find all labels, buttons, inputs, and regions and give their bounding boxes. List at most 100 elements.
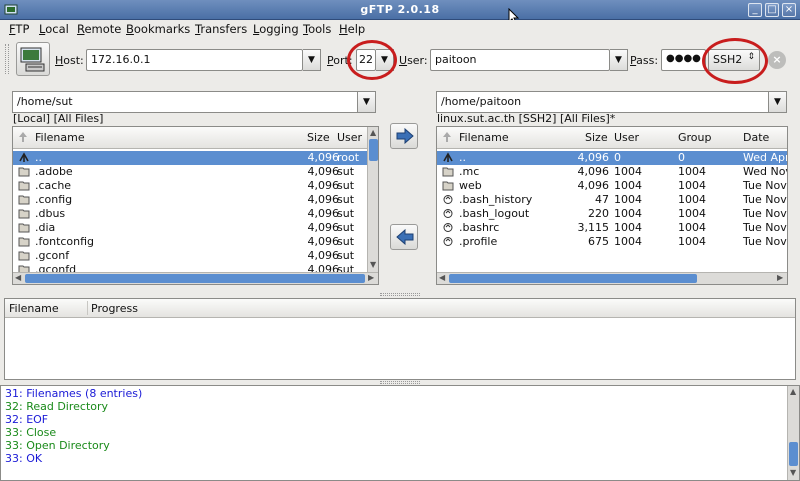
column-user[interactable]: User — [614, 131, 639, 144]
cell-name: .dbus — [35, 207, 66, 220]
menu-local[interactable]: Local — [39, 22, 69, 36]
folder-icon — [18, 223, 30, 233]
connect-button[interactable] — [16, 42, 50, 76]
menu-remote[interactable]: Remote — [77, 22, 121, 36]
menu-logging[interactable]: Logging — [253, 22, 299, 36]
column-size[interactable]: Size — [585, 131, 608, 144]
scroll-right-arrow-icon[interactable]: ▶ — [368, 273, 374, 282]
password-field[interactable]: ●●●● — [661, 49, 706, 71]
scroll-up-arrow-icon[interactable]: ▲ — [790, 387, 796, 396]
scroll-up-arrow-icon[interactable]: ▲ — [370, 128, 376, 137]
remote-path-dropdown[interactable]: ▼ — [769, 91, 787, 113]
scroll-right-arrow-icon[interactable]: ▶ — [777, 273, 783, 282]
cell-user: sut — [337, 249, 355, 262]
remote-file-row[interactable]: .bashrc 3,115 1004 1004 Tue Nov — [437, 221, 787, 235]
cell-date: Tue Nov — [743, 193, 787, 206]
folder-icon — [18, 181, 30, 191]
remote-horizontal-scrollbar[interactable]: ◀ ▶ — [437, 272, 787, 284]
file-icon — [443, 237, 453, 246]
port-dropdown[interactable]: ▼ — [376, 49, 394, 71]
host-field[interactable]: 172.16.0.1 — [86, 49, 303, 71]
queue-column-progress[interactable]: Progress — [91, 302, 138, 315]
cell-size: 4,096 — [307, 249, 340, 262]
user-field[interactable]: paitoon — [430, 49, 610, 71]
remote-hscroll-thumb[interactable] — [449, 274, 697, 283]
folder-icon — [18, 251, 30, 261]
cell-name: .fontconfig — [35, 235, 95, 248]
remote-file-row[interactable]: .. 4,096 0 0 Wed Apr — [437, 151, 787, 165]
local-file-list[interactable]: Filename Size User .. 4,096 root .adobe 4,09… — [12, 126, 379, 285]
queue-column-filename[interactable]: Filename — [9, 302, 59, 315]
column-filename[interactable]: Filename — [459, 131, 509, 144]
log-vscroll-thumb[interactable] — [789, 442, 798, 466]
remote-file-row[interactable]: .profile 675 1004 1004 Tue Nov — [437, 235, 787, 249]
transfer-queue[interactable]: Filename Progress — [4, 298, 796, 380]
local-file-row[interactable]: .config 4,096 sut — [13, 193, 367, 207]
local-path-field[interactable]: /home/sut — [12, 91, 358, 113]
log-pane[interactable]: 31: Filenames (8 entries) 32: Read Direct… — [0, 385, 800, 481]
local-file-row[interactable]: .cache 4,096 sut — [13, 179, 367, 193]
remote-file-row[interactable]: .bash_logout 220 1004 1004 Tue Nov — [437, 207, 787, 221]
maximize-button[interactable]: □ — [765, 3, 779, 17]
menu-bookmarks[interactable]: Bookmarks — [126, 22, 190, 36]
cell-name: .adobe — [35, 165, 73, 178]
remote-file-row[interactable]: .mc 4,096 1004 1004 Wed Nov — [437, 165, 787, 179]
local-file-row[interactable]: .. 4,096 root — [13, 151, 367, 165]
cell-date: Wed Nov — [743, 165, 788, 178]
host-history-dropdown[interactable]: ▼ — [303, 49, 321, 71]
parent-dir-icon — [443, 152, 453, 162]
column-filename[interactable]: Filename — [35, 131, 85, 144]
cell-size: 4,096 — [307, 221, 340, 234]
local-horizontal-scrollbar[interactable]: ◀ ▶ — [13, 272, 378, 284]
toolbar-grip[interactable] — [5, 44, 9, 74]
local-path-dropdown[interactable]: ▼ — [358, 91, 376, 113]
user-dropdown[interactable]: ▼ — [610, 49, 628, 71]
local-hscroll-thumb[interactable] — [25, 274, 365, 283]
menu-help[interactable]: Help — [339, 22, 365, 36]
folder-icon — [18, 209, 30, 219]
log-vertical-scrollbar[interactable]: ▲ ▼ — [787, 386, 799, 480]
cell-user: 1004 — [614, 235, 642, 248]
local-file-row[interactable]: .gconf 4,096 sut — [13, 249, 367, 263]
remote-file-row[interactable]: .bash_history 47 1004 1004 Tue Nov — [437, 193, 787, 207]
remote-path-field[interactable]: /home/paitoon — [436, 91, 769, 113]
menu-transfers[interactable]: Transfers — [195, 22, 247, 36]
protocol-select[interactable]: SSH2 ⇕ — [708, 49, 760, 71]
local-file-row[interactable]: .adobe 4,096 sut — [13, 165, 367, 179]
log-resize-handle[interactable] — [380, 381, 420, 384]
cell-size: 220 — [588, 207, 609, 220]
upload-to-remote-button[interactable] — [390, 123, 418, 149]
column-size[interactable]: Size — [307, 131, 330, 144]
minimize-button[interactable]: _ — [748, 3, 762, 17]
user-label: User: — [399, 54, 428, 67]
local-file-row[interactable]: .fontconfig 4,096 sut — [13, 235, 367, 249]
column-date[interactable]: Date — [743, 131, 769, 144]
local-vertical-scrollbar[interactable]: ▲ ▼ — [367, 127, 378, 272]
local-vscroll-thumb[interactable] — [369, 139, 378, 161]
menu-tools[interactable]: Tools — [303, 22, 331, 36]
column-group[interactable]: Group — [678, 131, 712, 144]
cell-group: 1004 — [678, 207, 706, 220]
local-file-row[interactable]: .dbus 4,096 sut — [13, 207, 367, 221]
folder-icon — [442, 181, 454, 191]
local-file-row[interactable]: .dia 4,096 sut — [13, 221, 367, 235]
stop-button[interactable]: × — [768, 51, 786, 69]
up-arrow-icon — [19, 132, 27, 142]
log-line: 33: OK — [5, 452, 43, 465]
scroll-left-arrow-icon[interactable]: ◀ — [15, 273, 21, 282]
column-user[interactable]: User — [337, 131, 362, 144]
download-to-local-button[interactable] — [390, 224, 418, 250]
log-line: 32: Read Directory — [5, 400, 109, 413]
scroll-down-arrow-icon[interactable]: ▼ — [790, 468, 796, 477]
remote-status-label: linux.sut.ac.th [SSH2] [All Files]* — [437, 112, 616, 125]
remote-file-row[interactable]: web 4,096 1004 1004 Tue Nov — [437, 179, 787, 193]
port-field[interactable]: 22 — [356, 49, 376, 71]
scroll-down-arrow-icon[interactable]: ▼ — [370, 260, 376, 269]
pane-resize-handle[interactable] — [380, 293, 420, 296]
remote-file-list[interactable]: Filename Size User Group Date .. 4,096 0 0 W… — [436, 126, 788, 285]
cell-user: 1004 — [614, 221, 642, 234]
close-window-button[interactable]: × — [782, 3, 796, 17]
cell-size: 47 — [595, 193, 609, 206]
menu-ftp[interactable]: FTP — [9, 22, 29, 36]
scroll-left-arrow-icon[interactable]: ◀ — [439, 273, 445, 282]
